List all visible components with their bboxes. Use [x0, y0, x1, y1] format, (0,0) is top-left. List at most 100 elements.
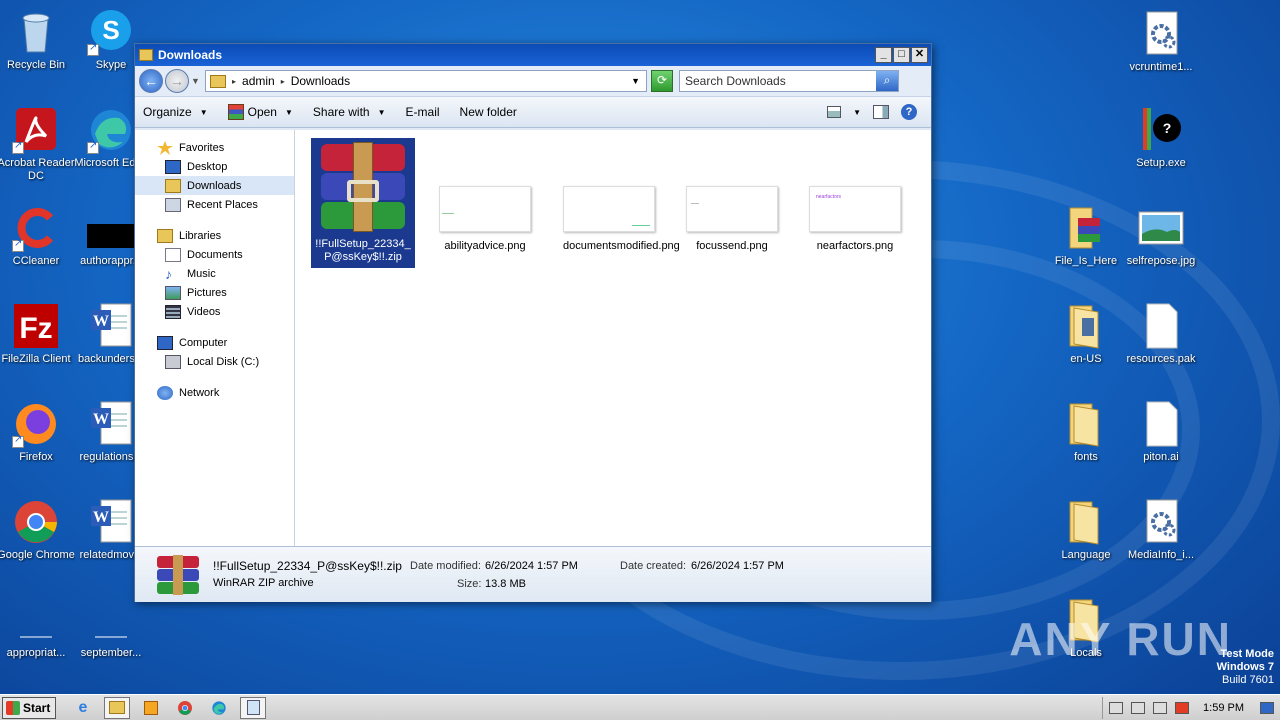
winrar-icon	[227, 104, 244, 120]
network-tray-icon[interactable]	[1131, 701, 1146, 714]
internet-explorer-icon: e	[78, 698, 88, 716]
os-name-line: Windows 7	[1216, 661, 1274, 673]
share-with-label: Share with	[312, 105, 370, 119]
file-item[interactable]: nearfactors nearfactors.png	[803, 138, 907, 253]
desktop-icon-ccleaner[interactable]: CCleaner	[0, 204, 75, 268]
address-path[interactable]: ▸ admin ▸ Downloads ▼	[205, 70, 647, 92]
share-with-button[interactable]: Share with ▼	[313, 105, 386, 119]
desktop-icon-mediainfo[interactable]: MediaInfo_i...	[1122, 498, 1200, 562]
desktop-icon-resources-pak[interactable]: resources.pak	[1122, 302, 1200, 366]
nav-libraries[interactable]: Libraries	[135, 226, 294, 245]
file-name: abilityadvice.png	[444, 240, 526, 252]
tray-warning-icon[interactable]	[1175, 701, 1190, 714]
search-input[interactable]	[680, 74, 876, 88]
taskbar-explorer[interactable]	[104, 696, 130, 719]
breadcrumb-separator-icon[interactable]: ▸	[232, 77, 236, 86]
open-button[interactable]: Open ▼	[227, 104, 293, 120]
taskbar-notepad[interactable]	[240, 696, 266, 719]
network-icon	[157, 385, 173, 400]
desktop-icon-september[interactable]: september...	[72, 596, 150, 660]
chevron-down-icon[interactable]: ▼	[853, 108, 861, 117]
word-doc-icon: W	[87, 302, 135, 350]
nav-label: Local Disk (C:)	[187, 355, 260, 368]
desktop-icon-setup-exe[interactable]: ? Setup.exe	[1122, 106, 1200, 170]
explorer-window: Downloads _ □ ✕ ← → ▼ ▸ admin ▸ Download…	[134, 43, 932, 602]
nav-music[interactable]: ♪ Music	[135, 264, 294, 283]
nav-network[interactable]: Network	[135, 383, 294, 402]
shortcut-arrow-icon	[87, 42, 99, 56]
back-button[interactable]: ←	[139, 69, 163, 93]
taskbar-chrome[interactable]	[172, 697, 198, 719]
file-item[interactable]: abilityadvice.png	[433, 138, 537, 253]
nav-recent-places[interactable]: Recent Places	[135, 195, 294, 214]
file-name: !!FullSetup_22334_P@ssKey$!!.zip	[315, 238, 411, 263]
music-note-icon: ♪	[165, 265, 172, 282]
breadcrumb-admin[interactable]: admin	[242, 74, 275, 88]
desktop-icon-chrome[interactable]: Google Chrome	[0, 498, 75, 562]
desktop-icon-acrobat[interactable]: Acrobat Reader DC	[0, 106, 75, 183]
minimize-button[interactable]: _	[875, 47, 892, 63]
breadcrumb-separator-icon[interactable]: ▸	[281, 77, 285, 86]
address-bar-row: ← → ▼ ▸ admin ▸ Downloads ▼ ⟳ ⌕	[135, 66, 931, 96]
new-folder-button[interactable]: New folder	[460, 105, 517, 119]
nav-documents[interactable]: Documents	[135, 245, 294, 264]
file-item[interactable]: !!FullSetup_22334_P@ssKey$!!.zip	[311, 138, 415, 268]
ccleaner-icon	[12, 204, 60, 252]
taskbar-ie[interactable]: e	[70, 697, 96, 719]
show-desktop-icon[interactable]	[1260, 701, 1274, 714]
computer-icon	[157, 335, 173, 350]
taskbar-media-player[interactable]	[138, 697, 164, 719]
breadcrumb-downloads[interactable]: Downloads	[291, 74, 350, 88]
window-controls: _ □ ✕	[875, 47, 928, 63]
nav-favorites[interactable]: Favorites	[135, 138, 294, 157]
window-titlebar[interactable]: Downloads _ □ ✕	[135, 44, 931, 66]
taskbar-edge[interactable]	[206, 697, 232, 719]
desktop-icon-filezilla[interactable]: Fz FileZilla Client	[0, 302, 75, 366]
file-item[interactable]: focussend.png	[680, 138, 784, 253]
nav-computer[interactable]: Computer	[135, 333, 294, 352]
close-button[interactable]: ✕	[911, 47, 928, 63]
change-view-icon[interactable]	[827, 106, 842, 118]
desktop-icon-appropriat[interactable]: appropriat...	[0, 596, 75, 660]
recent-pages-dropdown[interactable]: ▼	[191, 76, 201, 86]
email-button[interactable]: E-mail	[406, 105, 440, 119]
nav-label: Favorites	[179, 141, 225, 154]
refresh-button[interactable]: ⟳	[651, 70, 673, 92]
documents-icon	[165, 247, 181, 262]
nav-pictures[interactable]: Pictures	[135, 283, 294, 302]
desktop-icon-recycle-bin[interactable]: Recycle Bin	[0, 8, 75, 72]
desktop-icon-firefox[interactable]: Firefox	[0, 400, 75, 464]
details-modified-label: Date modified:	[410, 560, 481, 572]
help-icon[interactable]: ?	[901, 104, 917, 120]
preview-pane-icon[interactable]	[873, 105, 889, 119]
desktop-icon-selfrepose[interactable]: selfrepose.jpg	[1122, 204, 1200, 268]
desktop-icon-fonts[interactable]: fonts	[1047, 400, 1125, 464]
action-center-flag-icon[interactable]	[1153, 701, 1168, 714]
search-icon[interactable]: ⌕	[876, 71, 898, 91]
windows-logo-icon	[6, 700, 20, 715]
desktop-icon-piton-ai[interactable]: piton.ai	[1122, 400, 1200, 464]
chrome-icon	[178, 700, 192, 715]
chrome-icon	[12, 498, 60, 546]
desktop-icon-vcruntime[interactable]: vcruntime1...	[1122, 10, 1200, 74]
organize-button[interactable]: Organize ▼	[143, 105, 208, 119]
forward-button[interactable]: →	[165, 69, 189, 93]
folder-icon	[1062, 498, 1110, 546]
desktop-icon-en-us[interactable]: en-US	[1047, 302, 1125, 366]
desktop-icon-language[interactable]: Language	[1047, 498, 1125, 562]
address-dropdown-icon[interactable]: ▼	[631, 76, 640, 86]
word-doc-icon: W	[87, 400, 135, 448]
nav-videos[interactable]: Videos	[135, 302, 294, 321]
notepad-icon	[246, 700, 260, 715]
search-box: ⌕	[679, 70, 899, 92]
desktop-icon-file-is-here[interactable]: File_Is_Here	[1047, 204, 1125, 268]
clock[interactable]: 1:59 PM	[1203, 702, 1244, 714]
maximize-button[interactable]: □	[893, 47, 910, 63]
file-item[interactable]: documentsmodified.png	[557, 138, 680, 253]
volume-icon[interactable]	[1109, 701, 1124, 714]
star-icon	[157, 140, 173, 155]
nav-local-disk[interactable]: Local Disk (C:)	[135, 352, 294, 371]
nav-downloads[interactable]: Downloads	[135, 176, 294, 195]
start-button[interactable]: Start	[2, 696, 56, 719]
nav-desktop[interactable]: Desktop	[135, 157, 294, 176]
